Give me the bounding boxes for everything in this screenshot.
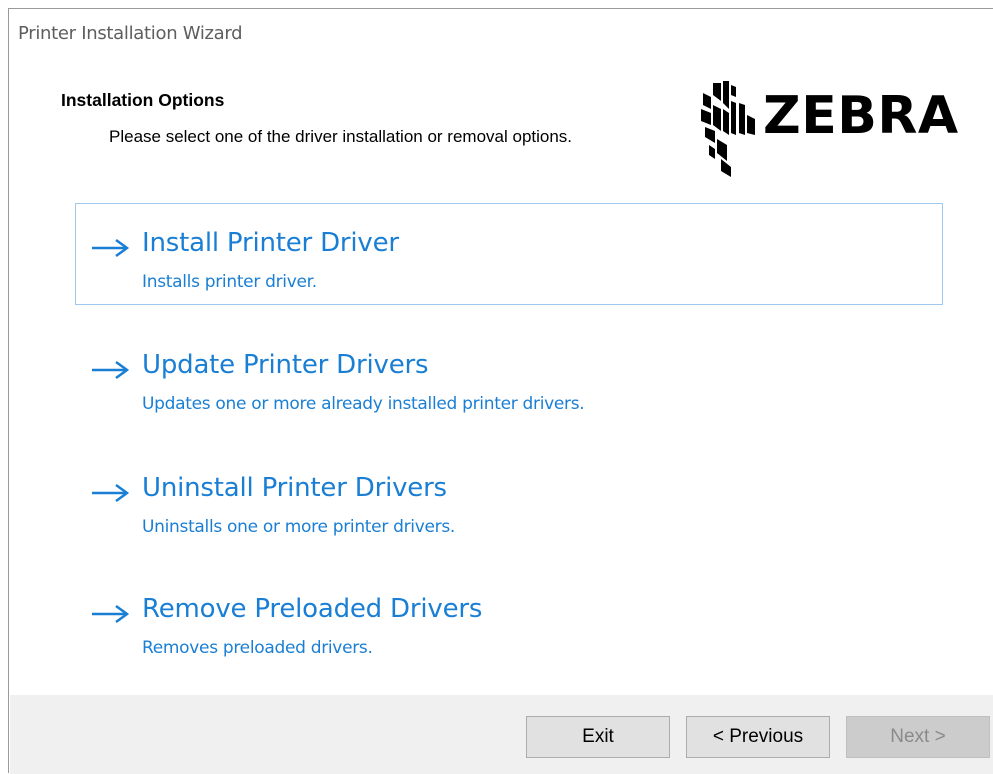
zebra-head-logo-icon [701,81,755,177]
option-remove-preloaded-drivers[interactable]: Remove Preloaded Drivers Removes preload… [75,569,943,671]
option-title: Update Printer Drivers [142,350,429,380]
wizard-window: Printer Installation Wizard Installation… [8,8,993,774]
option-title: Remove Preloaded Drivers [142,594,483,624]
wizard-footer: Exit < Previous Next > [10,695,993,774]
option-uninstall-printer-drivers[interactable]: Uninstall Printer Drivers Uninstalls one… [75,448,943,550]
arrow-right-icon [92,360,130,380]
option-description: Removes preloaded drivers. [142,638,373,658]
option-title: Uninstall Printer Drivers [142,473,447,503]
option-update-printer-drivers[interactable]: Update Printer Drivers Updates one or mo… [75,325,943,427]
option-description: Uninstalls one or more printer drivers. [142,517,456,537]
option-title: Install Printer Driver [142,228,399,258]
arrow-right-icon [92,604,130,624]
option-install-printer-driver[interactable]: Install Printer Driver Installs printer … [75,203,943,305]
previous-button[interactable]: < Previous [686,716,830,758]
arrow-right-icon [92,238,130,258]
option-description: Installs printer driver. [142,272,317,292]
window-title: Printer Installation Wizard [18,23,243,44]
exit-button[interactable]: Exit [526,716,670,758]
zebra-logo-text: ZEBRA [763,86,959,146]
next-button: Next > [846,716,990,758]
zebra-logo: ZEBRA [699,79,959,179]
page-title: Installation Options [61,90,225,110]
arrow-right-icon [92,483,130,503]
page-description: Please select one of the driver installa… [109,127,573,146]
option-description: Updates one or more already installed pr… [142,394,585,414]
